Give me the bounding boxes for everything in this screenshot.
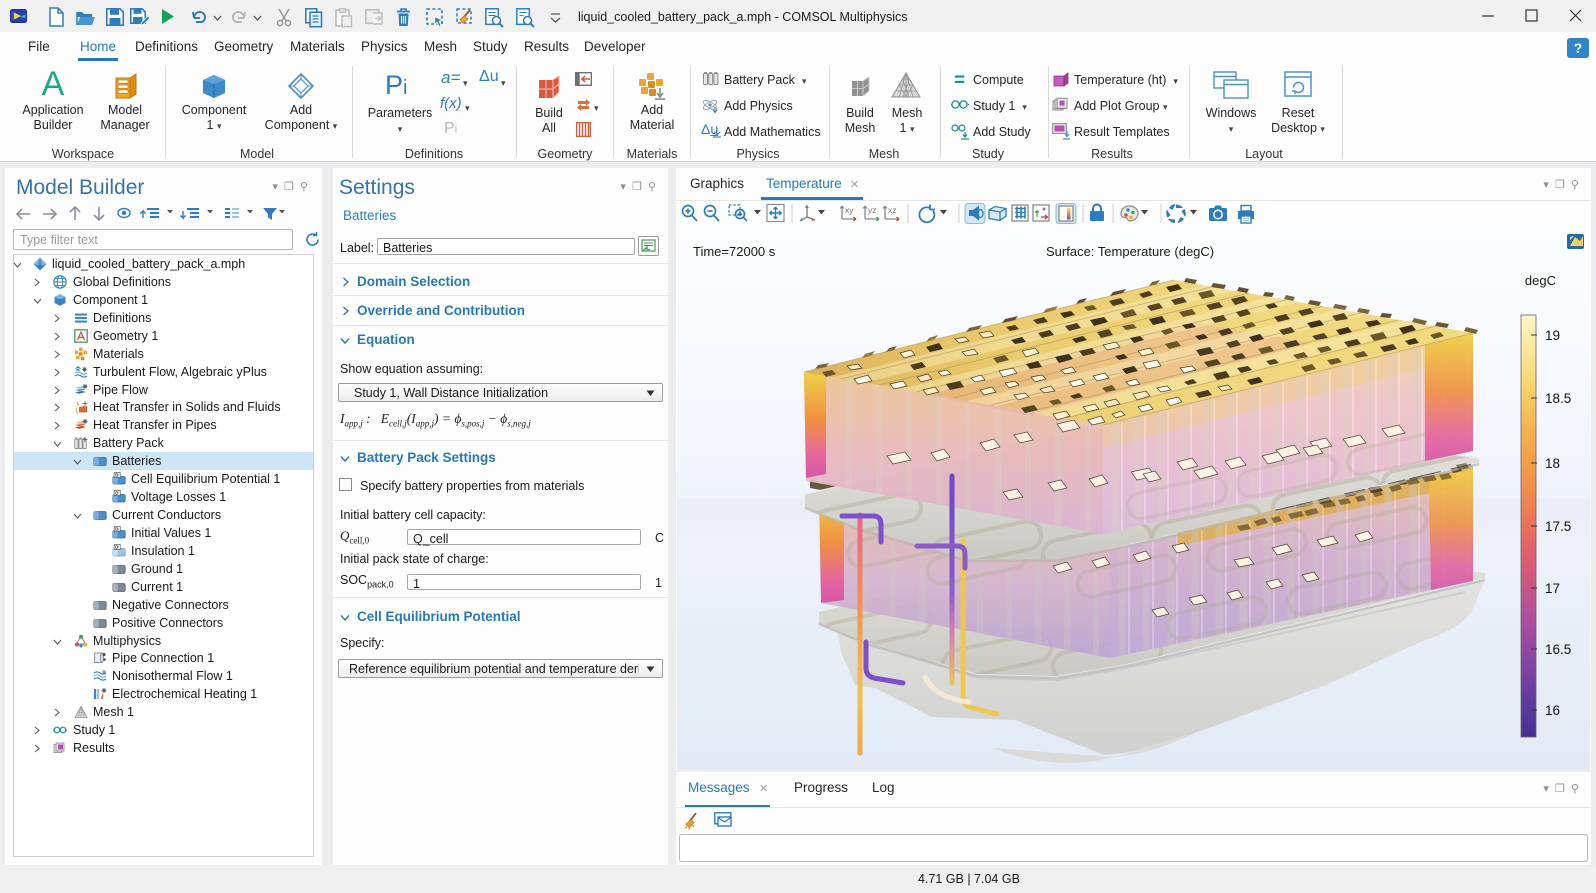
svg-text:19: 19 [1545, 328, 1560, 343]
svg-text:xy: xy [845, 205, 854, 215]
svg-text:18.5: 18.5 [1545, 391, 1571, 406]
svg-text:17.5: 17.5 [1545, 519, 1571, 534]
svg-text:17: 17 [1545, 581, 1560, 596]
svg-text:xz: xz [888, 205, 897, 215]
svg-text:yz: yz [868, 205, 877, 215]
svg-text:16.5: 16.5 [1545, 642, 1571, 657]
svg-text:18: 18 [1545, 456, 1560, 471]
svg-text:16: 16 [1545, 703, 1560, 718]
